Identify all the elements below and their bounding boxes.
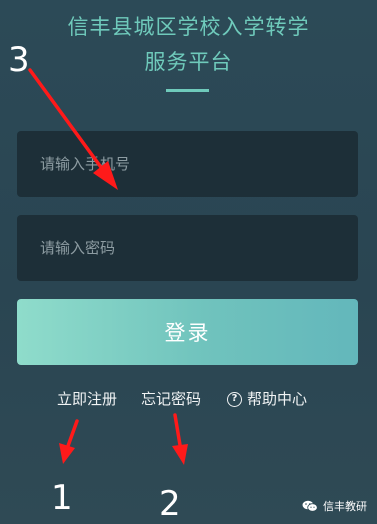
annotation-number-1: 1	[51, 478, 73, 518]
password-input[interactable]	[40, 215, 358, 281]
watermark: 信丰教研	[302, 498, 367, 514]
question-circle-icon: ?	[227, 391, 242, 407]
phone-input[interactable]	[40, 131, 358, 197]
auth-links: 立即注册 忘记密码 ? 帮助中心	[0, 387, 377, 411]
phone-field[interactable]	[17, 131, 358, 197]
annotation-number-2: 2	[159, 484, 181, 524]
page-title-line-1: 信丰县城区学校入学转学	[67, 15, 310, 39]
arrow-2-head	[172, 444, 188, 465]
login-button[interactable]: 登录	[17, 299, 358, 365]
password-field[interactable]	[17, 215, 358, 281]
help-center-link[interactable]: ? 帮助中心	[227, 387, 307, 411]
register-link[interactable]: 立即注册	[57, 387, 117, 411]
help-center-label: 帮助中心	[247, 390, 308, 408]
arrow-2-shaft	[173, 413, 182, 447]
arrow-1-head	[59, 443, 75, 464]
page-title-line-2: 服务平台	[144, 50, 233, 74]
annotation-number-3: 3	[8, 40, 30, 80]
forgot-password-link[interactable]: 忘记密码	[141, 387, 201, 411]
watermark-text: 信丰教研	[323, 500, 367, 513]
wechat-icon	[302, 500, 318, 512]
arrow-1-shaft	[66, 419, 79, 448]
title-underline	[166, 89, 209, 92]
